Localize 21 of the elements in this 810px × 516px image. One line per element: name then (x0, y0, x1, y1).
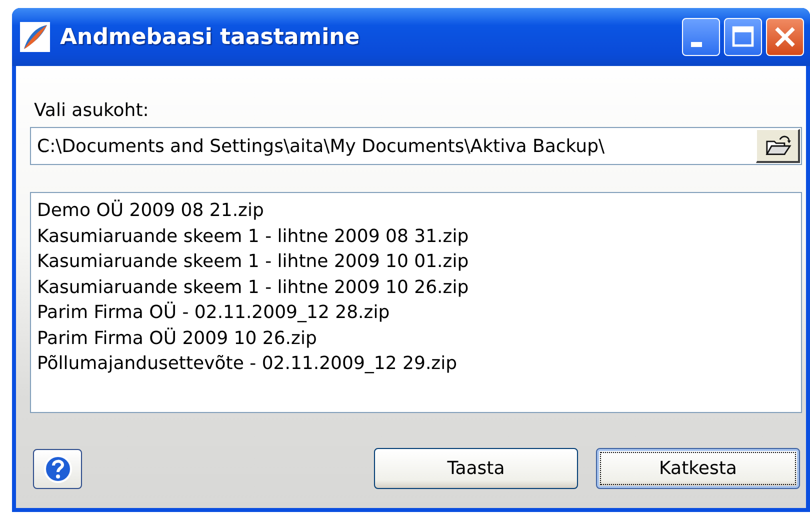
file-item[interactable]: Demo OÜ 2009 08 21.zip (37, 198, 264, 224)
folder-icon (764, 134, 792, 158)
help-icon (42, 454, 72, 484)
close-button[interactable] (766, 18, 804, 56)
path-field[interactable]: C:\Documents and Settings\aita\My Documents\Aktiva Backup\ (30, 127, 802, 165)
file-item[interactable]: Parim Firma OÜ - 02.11.2009_12 28.zip (37, 300, 390, 326)
file-item[interactable]: Põllumajandusettevõte - 02.11.2009_12 29.zip (37, 351, 458, 376)
file-item[interactable]: Kasumiaruande skeem 1 - lihtne 2009 10 26.zip (37, 274, 469, 300)
help-button[interactable] (33, 448, 82, 488)
file-item[interactable]: Kasumiaruande skeem 1 - lihtne 2009 08 31.zip (37, 224, 469, 249)
file-item[interactable]: Parim Firma OÜ 2009 10 26.zip (37, 326, 317, 351)
location-label: Vali asukoht: (34, 100, 149, 121)
dialog-button[interactable]: Taasta (374, 448, 578, 489)
file-item[interactable]: Kasumiaruande skeem 1 - lihtne 2009 10 01.zip (37, 249, 469, 274)
minimize-button[interactable] (682, 18, 720, 56)
dialog-button[interactable]: Katkesta (596, 448, 800, 489)
minimize-icon (691, 42, 702, 47)
maximize-button[interactable] (724, 18, 762, 56)
feather-icon (20, 22, 50, 52)
window-title: Andmebaasi taastamine (60, 24, 361, 50)
browse-button[interactable] (756, 129, 800, 163)
